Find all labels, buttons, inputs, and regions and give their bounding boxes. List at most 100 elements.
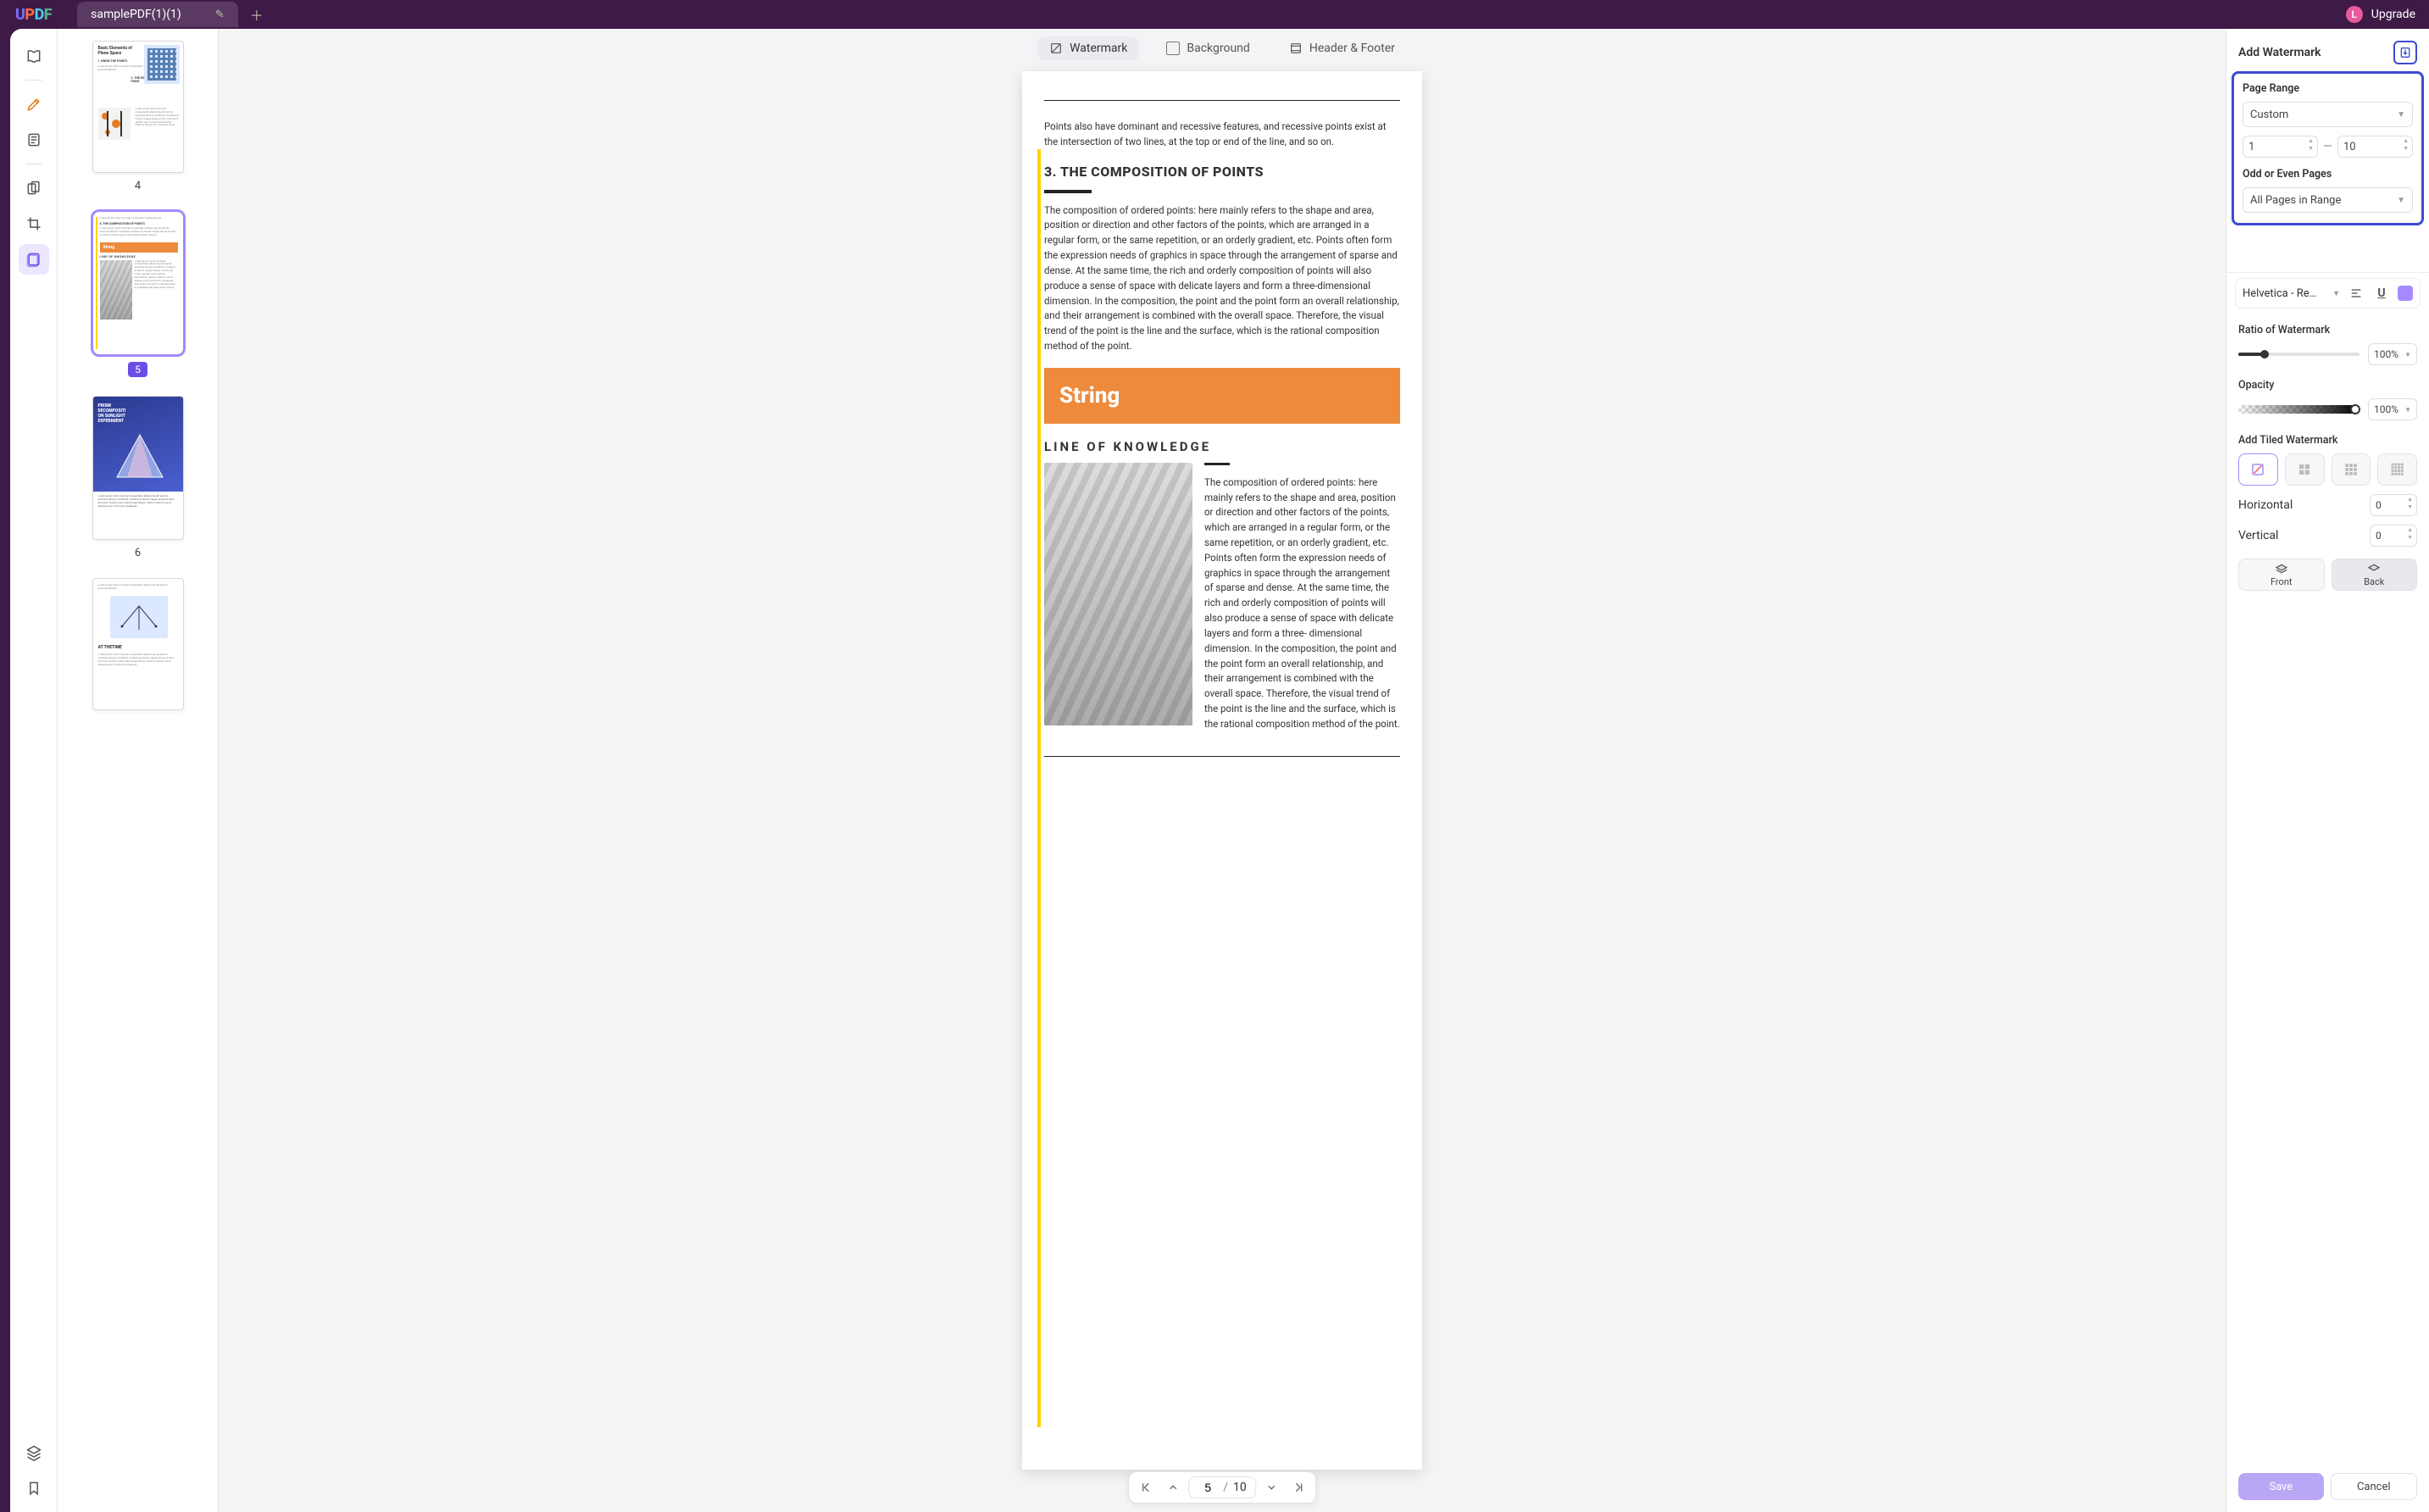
range-from-input[interactable]: 1 ▲▼ xyxy=(2243,136,2318,158)
top-tools: Watermark Background Header & Footer xyxy=(219,29,2226,63)
doc-subheading: LINE OF KNOWLEDGE xyxy=(1044,439,1400,454)
app-logo: UPDF xyxy=(7,6,60,24)
doc-heading: 3. THE COMPOSITION OF POINTS xyxy=(1044,164,1400,180)
thumbnail-item[interactable]: Lorem ipsum dolor sit amet consectetur a… xyxy=(73,578,203,710)
thumbnail-number: 4 xyxy=(73,180,203,192)
page-range-label: Page Range xyxy=(2243,82,2413,95)
prev-page-button[interactable] xyxy=(1161,1476,1185,1499)
layers-tool[interactable] xyxy=(19,1437,49,1468)
chevron-down-icon: ▼ xyxy=(2404,351,2411,359)
left-toolbar xyxy=(10,29,58,1512)
thumbnail-item[interactable]: Basic Elements of Plane Space 1. KNOW TH… xyxy=(73,41,203,192)
spin-up-icon[interactable]: ▲ xyxy=(2308,138,2314,144)
color-swatch[interactable] xyxy=(2398,286,2413,301)
string-banner: String xyxy=(1044,368,1400,424)
current-page-input[interactable] xyxy=(1198,1481,1218,1494)
document-tab[interactable]: samplePDF(1)(1) ✎ xyxy=(77,2,238,27)
upgrade-label: Upgrade xyxy=(2371,8,2415,21)
tab-header-footer[interactable]: Header & Footer xyxy=(1277,36,1407,60)
ratio-label: Ratio of Watermark xyxy=(2238,324,2417,336)
next-page-button[interactable] xyxy=(1259,1476,1283,1499)
chevron-down-icon: ▼ xyxy=(2404,406,2411,414)
thumbnail-item[interactable]: PRISM DECOMPOSITI ON SUNLIGHT EXPERIMENT… xyxy=(73,396,203,559)
apply-watermark-button[interactable] xyxy=(2393,41,2417,64)
thumbnail-number: 6 xyxy=(73,547,203,559)
cancel-button[interactable]: Cancel xyxy=(2331,1473,2418,1500)
font-select[interactable]: Helvetica - Re… ▼ xyxy=(2243,287,2340,300)
thumbnail-page-6[interactable]: PRISM DECOMPOSITI ON SUNLIGHT EXPERIMENT… xyxy=(92,396,184,540)
underline-button[interactable]: U xyxy=(2372,284,2391,303)
align-button[interactable] xyxy=(2347,284,2365,303)
document-tab-title: samplePDF(1)(1) xyxy=(91,8,181,21)
document-viewport[interactable]: Points also have dominant and recessive … xyxy=(219,63,2226,1512)
total-pages: 10 xyxy=(1233,1481,1247,1494)
spin-up-icon[interactable]: ▲ xyxy=(2403,138,2409,144)
odd-even-select[interactable]: All Pages in Range ▼ xyxy=(2243,187,2413,213)
background-icon xyxy=(1166,42,1180,55)
range-mode-select[interactable]: Custom ▼ xyxy=(2243,102,2413,127)
page-navigator: / 10 xyxy=(1128,1471,1316,1504)
vertical-input[interactable]: 0 ▲▼ xyxy=(2370,525,2417,547)
spin-up-icon[interactable]: ▲ xyxy=(2407,527,2413,533)
upgrade-area[interactable]: L Upgrade xyxy=(2346,6,2422,23)
new-tab-button[interactable]: ＋ xyxy=(250,4,264,25)
workspace: Basic Elements of Plane Space 1. KNOW TH… xyxy=(10,29,2429,1512)
organize-tool[interactable] xyxy=(19,173,49,203)
odd-even-label: Odd or Even Pages xyxy=(2243,168,2413,181)
thumbnail-page-5[interactable]: Lorem ipsum dolor sit amet consectetur a… xyxy=(92,211,184,355)
pencil-icon[interactable]: ✎ xyxy=(215,8,225,21)
save-button[interactable]: Save xyxy=(2238,1473,2324,1500)
horizontal-label: Horizontal xyxy=(2238,498,2293,512)
ratio-value-select[interactable]: 100% ▼ xyxy=(2368,343,2417,365)
panel-title: Add Watermark xyxy=(2238,46,2321,59)
crop-tool[interactable] xyxy=(19,208,49,239)
range-to-input[interactable]: 10 ▲▼ xyxy=(2337,136,2413,158)
architecture-image xyxy=(1044,463,1192,725)
tile-4[interactable] xyxy=(2285,453,2325,486)
chevron-down-icon: ▼ xyxy=(2397,110,2405,120)
annotate-tool[interactable] xyxy=(19,89,49,120)
spin-down-icon[interactable]: ▼ xyxy=(2308,146,2314,152)
vertical-label: Vertical xyxy=(2238,529,2278,542)
page-field: / 10 xyxy=(1188,1476,1256,1498)
bookmark-tool[interactable] xyxy=(19,1473,49,1504)
tile-none[interactable] xyxy=(2238,453,2278,486)
header-footer-icon xyxy=(1289,42,1303,55)
edit-tool[interactable] xyxy=(19,125,49,155)
tab-watermark[interactable]: Watermark xyxy=(1037,36,1139,60)
tile-9[interactable] xyxy=(2332,453,2371,486)
last-page-button[interactable] xyxy=(1287,1476,1310,1499)
spin-down-icon[interactable]: ▼ xyxy=(2407,535,2413,541)
thumbnail-page-7[interactable]: Lorem ipsum dolor sit amet consectetur a… xyxy=(92,578,184,710)
thumbnail-panel[interactable]: Basic Elements of Plane Space 1. KNOW TH… xyxy=(58,29,219,1512)
doc-col-text: The composition of ordered points: here … xyxy=(1204,475,1400,732)
spin-down-icon[interactable]: ▼ xyxy=(2403,146,2409,152)
watermark-icon xyxy=(1049,42,1063,55)
opacity-value-select[interactable]: 100% ▼ xyxy=(2368,398,2417,420)
thumbnail-item[interactable]: Lorem ipsum dolor sit amet consectetur a… xyxy=(73,211,203,377)
ratio-slider[interactable] xyxy=(2238,353,2360,356)
reader-tool[interactable] xyxy=(19,41,49,71)
tab-background[interactable]: Background xyxy=(1154,36,1261,60)
document-page: Points also have dominant and recessive … xyxy=(1022,71,1422,1470)
opacity-label: Opacity xyxy=(2238,379,2417,392)
avatar[interactable]: L xyxy=(2346,6,2363,23)
tile-16[interactable] xyxy=(2377,453,2417,486)
pagetools-tool[interactable] xyxy=(19,244,49,275)
thumbnail-page-4[interactable]: Basic Elements of Plane Space 1. KNOW TH… xyxy=(92,41,184,173)
chevron-down-icon: ▼ xyxy=(2332,289,2340,298)
font-row: Helvetica - Re… ▼ U xyxy=(2235,278,2421,309)
front-button[interactable]: Front xyxy=(2238,559,2325,591)
back-button[interactable]: Back xyxy=(2332,559,2418,591)
thumbnail-number: 5 xyxy=(73,362,203,377)
watermark-panel: Add Watermark Page Range Custom ▼ 1 ▲▼ —… xyxy=(2226,29,2429,1512)
opacity-slider[interactable] xyxy=(2238,405,2360,414)
titlebar: UPDF samplePDF(1)(1) ✎ ＋ L Upgrade xyxy=(0,0,2429,29)
chevron-down-icon: ▼ xyxy=(2397,196,2405,205)
horizontal-input[interactable]: 0 ▲▼ xyxy=(2370,494,2417,516)
doc-intro: Points also have dominant and recessive … xyxy=(1044,120,1400,150)
spin-up-icon[interactable]: ▲ xyxy=(2407,497,2413,503)
center-area: Watermark Background Header & Footer Poi… xyxy=(219,29,2226,1512)
first-page-button[interactable] xyxy=(1134,1476,1158,1499)
spin-down-icon[interactable]: ▼ xyxy=(2407,504,2413,510)
